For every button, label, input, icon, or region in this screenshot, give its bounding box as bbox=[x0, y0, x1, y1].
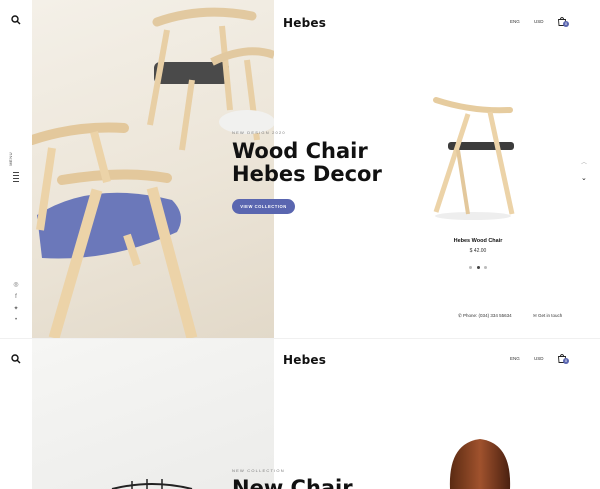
hero-subtitle: NEW DESIGN 2020 bbox=[232, 130, 286, 135]
section2-title: New Chair bbox=[232, 476, 353, 489]
brown-chair-image[interactable] bbox=[445, 437, 515, 489]
carousel-dot[interactable] bbox=[484, 266, 487, 269]
phone-icon: ✆ bbox=[458, 313, 462, 318]
language-selector[interactable]: ENG bbox=[510, 19, 520, 24]
menu-icon[interactable] bbox=[13, 172, 19, 184]
search-icon[interactable] bbox=[11, 354, 21, 364]
product-image[interactable] bbox=[428, 92, 518, 222]
search-icon[interactable] bbox=[11, 15, 21, 25]
scroll-down-icon[interactable]: ⌄ bbox=[581, 174, 587, 182]
view-collection-button[interactable]: VIEW COLLECTION bbox=[232, 199, 295, 214]
get-in-touch-link[interactable]: ✉ Get in touch bbox=[533, 313, 562, 319]
pinterest-icon[interactable]: • bbox=[12, 316, 20, 324]
phone-contact[interactable]: ✆ Phone: (034) 334 55634 bbox=[458, 313, 512, 319]
hero-title: Wood Chair Hebes Decor bbox=[232, 140, 382, 186]
get-in-touch-text: Get in touch bbox=[538, 313, 563, 318]
section2-hero-image bbox=[32, 339, 274, 489]
menu-label[interactable]: MENU bbox=[8, 152, 13, 166]
hero-title-line1: Wood Chair bbox=[232, 139, 368, 163]
twitter-icon[interactable]: ✦ bbox=[12, 305, 20, 313]
phone-text: Phone: (034) 334 55634 bbox=[463, 313, 512, 318]
mail-icon: ✉ bbox=[533, 313, 537, 318]
site-logo[interactable]: Hebes bbox=[283, 16, 326, 30]
carousel-dot[interactable] bbox=[469, 266, 472, 269]
scroll-up-icon[interactable]: ︿ bbox=[581, 157, 587, 166]
section2-subtitle: NEW COLLECTION bbox=[232, 468, 285, 473]
carousel-pagination bbox=[469, 266, 489, 270]
currency-selector[interactable]: USD bbox=[534, 356, 544, 361]
carousel-dot-active[interactable] bbox=[477, 266, 480, 269]
hero-title-line2: Hebes Decor bbox=[232, 162, 382, 186]
instagram-icon[interactable]: ◎ bbox=[12, 281, 20, 289]
currency-selector[interactable]: USD bbox=[534, 19, 544, 24]
facebook-icon[interactable]: f bbox=[12, 293, 20, 301]
site-logo[interactable]: Hebes bbox=[283, 353, 326, 367]
language-selector[interactable]: ENG bbox=[510, 356, 520, 361]
cart-count-badge: 0 bbox=[563, 21, 569, 27]
cart-count-badge: 0 bbox=[563, 358, 569, 364]
left-sidebar: MENU ◎ f ✦ • bbox=[0, 0, 32, 338]
product-price: $ 42.00 bbox=[469, 248, 487, 254]
black-chair-illustration bbox=[111, 479, 193, 489]
product-name[interactable]: Hebes Wood Chair bbox=[438, 238, 518, 244]
